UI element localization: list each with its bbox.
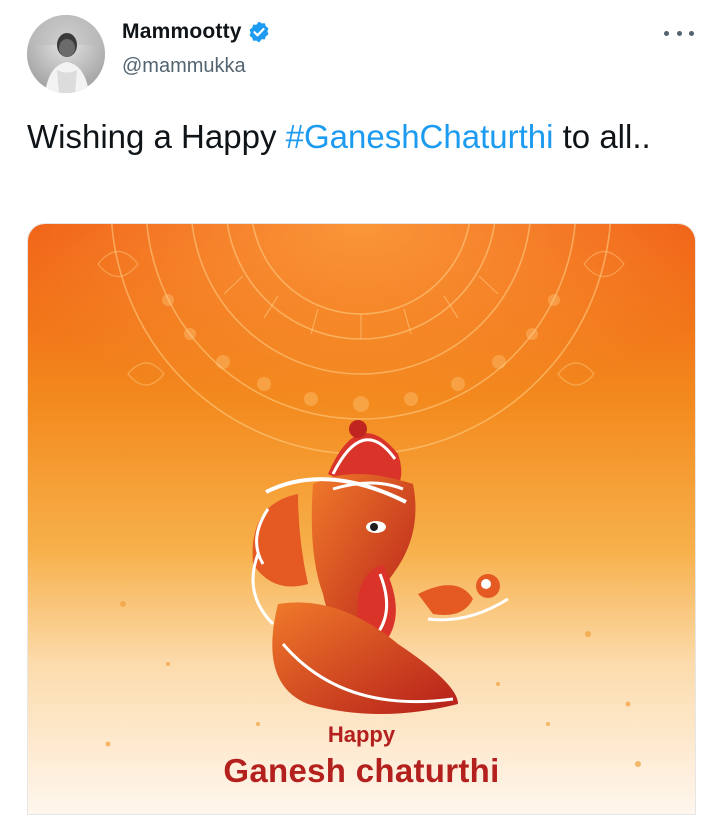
caption-ganesh-chaturthi: Ganesh chaturthi (223, 752, 500, 789)
author-row[interactable]: Mammootty (122, 20, 271, 44)
display-name[interactable]: Mammootty (122, 20, 242, 44)
dot-icon (676, 30, 682, 36)
caption-happy: Happy (327, 722, 396, 747)
tweet-text-suffix: to all.. (553, 118, 651, 155)
tweet-media-image[interactable]: Happy Ganesh chaturthi (27, 223, 696, 815)
tweet-text: Wishing a Happy #GaneshChaturthi to all.… (27, 113, 692, 161)
more-options-icon[interactable] (664, 21, 694, 45)
avatar[interactable] (27, 15, 105, 93)
avatar-photo (27, 15, 105, 93)
hashtag-link[interactable]: #GaneshChaturthi (286, 118, 554, 155)
dot-icon (664, 30, 669, 36)
verified-badge-icon (247, 20, 271, 44)
tweet-text-prefix: Wishing a Happy (27, 118, 286, 155)
author-handle[interactable]: @mammukka (122, 55, 246, 78)
dot-icon (689, 30, 694, 36)
tweet-card[interactable]: Mammootty @mammukka Wishing a Happy #Gan… (0, 0, 720, 815)
